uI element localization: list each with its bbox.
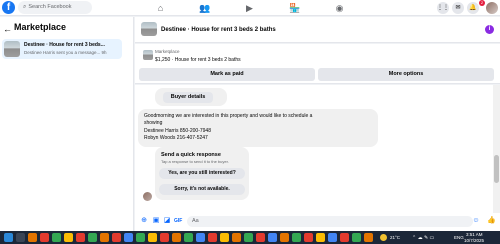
app-icon[interactable] bbox=[316, 233, 325, 242]
message-input[interactable]: Aa bbox=[187, 216, 473, 227]
more-options-button[interactable]: More options bbox=[318, 68, 494, 81]
message-line: Robyn Woods 216-407-5247 bbox=[144, 135, 208, 141]
app-icon[interactable] bbox=[28, 233, 37, 242]
temperature: 21°C bbox=[390, 235, 401, 240]
conversation-item[interactable]: Destinee · House for rent 3 beds... Dest… bbox=[2, 39, 122, 59]
gif-icon[interactable]: GIF bbox=[174, 217, 182, 225]
clock-time[interactable]: 3:51 AM bbox=[466, 232, 483, 237]
chat-listing-thumbnail[interactable] bbox=[141, 22, 157, 36]
messages-area: Buyer details Goodmorning we are interes… bbox=[135, 85, 493, 213]
app-icon[interactable] bbox=[232, 233, 241, 242]
app-icon[interactable] bbox=[220, 233, 229, 242]
conversation-name: Destinee · House for rent 3 beds... bbox=[24, 42, 105, 48]
video-icon[interactable]: ▶ bbox=[244, 3, 255, 13]
listing-bar: Marketplace $1,250 · House for rent 3 be… bbox=[135, 44, 500, 84]
app-icon[interactable] bbox=[88, 233, 97, 242]
messenger-icon[interactable]: ✉ bbox=[452, 2, 464, 14]
app-icon[interactable] bbox=[148, 233, 157, 242]
tray-icons[interactable]: ⌃ ☁ ✎ ▭ bbox=[412, 235, 434, 241]
search-input[interactable]: ⌕ Search Facebook bbox=[18, 1, 92, 14]
weather-icon bbox=[380, 234, 387, 241]
listing-price-title[interactable]: $1,250 · House for rent 3 beds 2 baths bbox=[155, 57, 241, 63]
search-placeholder: Search Facebook bbox=[28, 4, 72, 10]
search-taskbar-icon[interactable] bbox=[16, 233, 25, 242]
emoji-icon[interactable]: ☺ bbox=[472, 217, 480, 225]
sticker-icon[interactable]: ◪ bbox=[163, 217, 171, 225]
top-navigation-bar: f ⌕ Search Facebook ⌂ 👥 ▶ 🏪 ◉ ⋮⋮ ✉ 🔔 2 bbox=[0, 0, 500, 16]
app-icon[interactable] bbox=[208, 233, 217, 242]
app-icon[interactable] bbox=[364, 233, 373, 242]
app-icon[interactable] bbox=[280, 233, 289, 242]
app-icon[interactable] bbox=[100, 233, 109, 242]
app-icon[interactable] bbox=[352, 233, 361, 242]
sender-avatar bbox=[143, 192, 152, 201]
language-indicator[interactable]: ENG bbox=[454, 235, 464, 240]
quick-response-card: Send a quick response Tap a response to … bbox=[155, 147, 249, 200]
gaming-icon[interactable]: ◉ bbox=[334, 3, 345, 13]
notifications-bell-icon[interactable]: 🔔 bbox=[467, 2, 479, 14]
friends-icon[interactable]: 👥 bbox=[199, 3, 210, 13]
app-icon[interactable] bbox=[304, 233, 313, 242]
app-icon[interactable] bbox=[172, 233, 181, 242]
app-icon[interactable] bbox=[160, 233, 169, 242]
app-icon[interactable] bbox=[76, 233, 85, 242]
message-placeholder: Aa bbox=[192, 218, 199, 224]
chat-header: Destinee · House for rent 3 beds 2 baths… bbox=[135, 17, 500, 43]
menu-grid-icon[interactable]: ⋮⋮ bbox=[437, 2, 449, 14]
message-line: showing bbox=[144, 120, 163, 126]
quick-response-title: Send a quick response bbox=[161, 152, 221, 158]
listing-small-thumbnail bbox=[143, 50, 153, 60]
app-icon[interactable] bbox=[184, 233, 193, 242]
message-composer: ⊕ ▣ ◪ GIF Aa ☺ 👍 bbox=[135, 213, 500, 231]
buyer-details-card: Buyer details bbox=[155, 88, 227, 106]
app-icon[interactable] bbox=[328, 233, 337, 242]
windows-taskbar: 21°C ⌃ ☁ ✎ ▭ ENG 3:51 AM 10/7/2025 bbox=[0, 231, 500, 244]
message-line: Destinee Harris 850-200-7948 bbox=[144, 128, 211, 134]
app-icon[interactable] bbox=[124, 233, 133, 242]
profile-avatar[interactable] bbox=[486, 2, 498, 14]
listing-thumbnail bbox=[4, 41, 20, 57]
app-icon[interactable] bbox=[40, 233, 49, 242]
message-line: Goodmorning we are interested in this pr… bbox=[144, 113, 313, 119]
quick-response-option[interactable]: Sorry, it's not available. bbox=[159, 184, 245, 195]
chat-title[interactable]: Destinee · House for rent 3 beds 2 baths bbox=[161, 27, 276, 33]
app-icon[interactable] bbox=[136, 233, 145, 242]
search-icon: ⌕ bbox=[23, 4, 27, 10]
marketplace-icon[interactable]: 🏪 bbox=[289, 3, 300, 13]
app-icon[interactable] bbox=[256, 233, 265, 242]
scrollbar-thumb[interactable] bbox=[494, 155, 499, 183]
add-icon[interactable]: ⊕ bbox=[140, 217, 148, 225]
mark-as-paid-button[interactable]: Mark as paid bbox=[139, 68, 315, 81]
thumbs-up-icon[interactable]: 👍 bbox=[487, 217, 496, 225]
clock-date[interactable]: 10/7/2025 bbox=[464, 238, 484, 243]
marketplace-sidebar: ← Marketplace Destinee · House for rent … bbox=[0, 17, 134, 231]
listing-label: Marketplace bbox=[155, 49, 180, 54]
app-icon[interactable] bbox=[64, 233, 73, 242]
app-icon[interactable] bbox=[268, 233, 277, 242]
info-icon[interactable]: i bbox=[485, 25, 494, 34]
start-icon[interactable] bbox=[4, 233, 13, 242]
buyer-details-button[interactable]: Buyer details bbox=[163, 92, 213, 103]
app-icon[interactable] bbox=[196, 233, 205, 242]
conversation-preview: Destinee Harris sent you a message... 9h bbox=[24, 50, 107, 55]
app-icon[interactable] bbox=[340, 233, 349, 242]
quick-response-subtitle: Tap a response to send it to the buyer. bbox=[161, 159, 229, 164]
app-icon[interactable] bbox=[244, 233, 253, 242]
app-icon[interactable] bbox=[52, 233, 61, 242]
app-icon[interactable] bbox=[292, 233, 301, 242]
back-arrow-icon[interactable]: ← bbox=[3, 24, 12, 34]
app-icon[interactable] bbox=[112, 233, 121, 242]
quick-response-option[interactable]: Yes, are you still interested? bbox=[159, 168, 245, 179]
messages-scrollbar[interactable] bbox=[493, 85, 500, 213]
facebook-logo-icon[interactable]: f bbox=[2, 1, 15, 14]
home-icon[interactable]: ⌂ bbox=[155, 3, 166, 13]
message-bubble: Goodmorning we are interested in this pr… bbox=[138, 109, 378, 147]
sidebar-title: Marketplace bbox=[14, 22, 67, 32]
notification-badge: 2 bbox=[479, 0, 485, 6]
gallery-icon[interactable]: ▣ bbox=[152, 217, 160, 225]
